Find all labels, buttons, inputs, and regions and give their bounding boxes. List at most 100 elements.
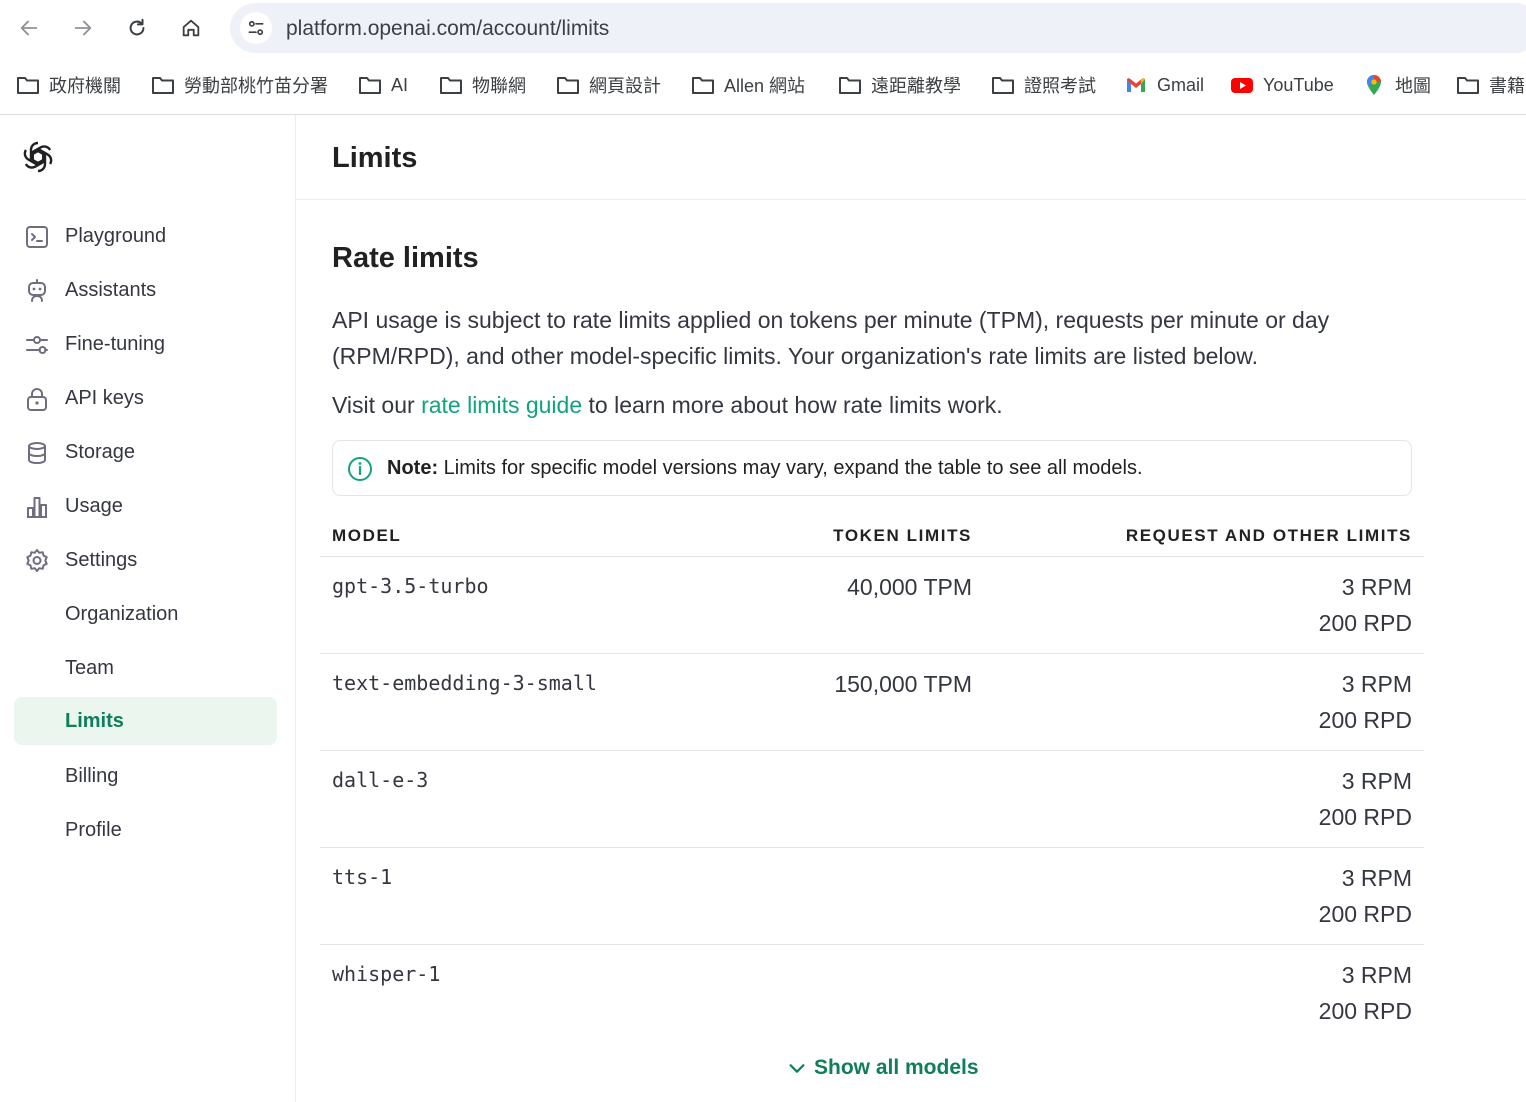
sidebar-item-assistants[interactable]: Assistants — [14, 266, 277, 314]
rpd-limit: 200 RPD — [1318, 707, 1412, 733]
bookmark-item[interactable]: 書籍 — [1456, 70, 1525, 100]
database-icon — [28, 442, 46, 465]
bookmark-item-gmail[interactable]: Gmail — [1124, 70, 1204, 100]
rpm-limit: 3 RPM — [1341, 768, 1412, 794]
sidebar-item-label: Limits — [65, 710, 124, 732]
sidebar-item-profile[interactable]: Profile — [14, 806, 277, 854]
bookmark-item-maps[interactable]: 地圖 — [1362, 70, 1431, 100]
rpm-limit: 3 RPM — [1341, 962, 1412, 988]
bookmark-label: Gmail — [1157, 74, 1205, 95]
folder-icon — [359, 77, 381, 94]
bookmark-label: 網頁設計 — [589, 76, 661, 96]
note-body: Limits for specific model versions may v… — [443, 457, 1143, 479]
folder-icon — [440, 77, 462, 94]
model-name: whisper-1 — [332, 962, 441, 986]
browser-chrome: platform.openai.com/account/limits 政府機關 … — [0, 0, 1526, 115]
sidebar-item-playground[interactable]: Playground — [14, 212, 277, 260]
bookmark-label: 證照考試 — [1024, 76, 1096, 96]
openai-logo[interactable] — [18, 137, 58, 177]
bookmark-item[interactable]: 網頁設計 — [556, 70, 661, 100]
rate-limits-guide-link[interactable]: rate limits guide — [421, 392, 582, 418]
table-row: dall-e-3 3 RPM 200 RPD — [320, 751, 1424, 848]
sidebar-item-billing[interactable]: Billing — [14, 752, 277, 800]
show-all-models-button[interactable]: Show all models — [786, 1053, 979, 1083]
model-name: tts-1 — [332, 865, 393, 889]
gear-icon — [26, 549, 48, 572]
sidebar-item-label: Assistants — [65, 279, 157, 301]
address-bar[interactable]: platform.openai.com/account/limits — [230, 3, 1526, 53]
gmail-icon — [1127, 78, 1145, 92]
bookmark-label: 政府機關 — [49, 76, 121, 96]
bookmark-label: 物聯網 — [472, 76, 526, 96]
sidebar: Playground Assistants Fine-tuning API ke… — [0, 115, 296, 1102]
rpm-limit: 3 RPM — [1341, 671, 1412, 697]
sidebar-item-limits[interactable]: Limits — [14, 697, 277, 745]
info-icon — [348, 457, 372, 481]
sidebar-item-usage[interactable]: Usage — [14, 482, 277, 530]
rpm-limit: 3 RPM — [1341, 574, 1412, 600]
bookmark-item[interactable]: 政府機關 — [16, 70, 121, 100]
bookmark-item[interactable]: 遠距離教學 — [838, 70, 961, 100]
note-label: Note: — [387, 457, 439, 479]
rpm-limit: 3 RPM — [1341, 865, 1412, 891]
page-title: Limits — [332, 142, 418, 174]
sidebar-item-fine-tuning[interactable]: Fine-tuning — [14, 320, 277, 368]
playground-icon — [26, 226, 48, 248]
sidebar-item-api-keys[interactable]: API keys — [14, 374, 277, 422]
rate-limits-description: API usage is subject to rate limits appl… — [332, 307, 1330, 369]
fine-tuning-icon — [26, 336, 48, 354]
bookmark-item[interactable]: 證照考試 — [991, 70, 1096, 100]
arrow-left-icon — [20, 20, 38, 36]
sidebar-item-label: Team — [65, 657, 114, 679]
maps-icon — [1367, 75, 1381, 95]
back-button[interactable] — [10, 9, 48, 47]
arrow-right-icon — [74, 20, 92, 36]
url-text: platform.openai.com/account/limits — [286, 17, 610, 40]
note-callout: Note: Limits for specific model versions… — [332, 440, 1412, 496]
bookmark-label: AI — [391, 74, 409, 95]
bookmarks-bar: 政府機關 勞動部桃竹苗分署 AI 物聯網 網頁設計 Allen 網站 遠距離教學 — [0, 64, 1526, 104]
sidebar-item-storage[interactable]: Storage — [14, 428, 277, 476]
rpd-limit: 200 RPD — [1318, 610, 1412, 636]
bookmark-label: 遠距離教學 — [871, 76, 961, 96]
bookmark-label: 地圖 — [1395, 76, 1431, 96]
rpd-limit: 200 RPD — [1318, 901, 1412, 927]
bookmark-item[interactable]: 物聯網 — [439, 70, 526, 100]
rpd-limit: 200 RPD — [1318, 804, 1412, 830]
assistant-icon — [28, 279, 46, 302]
note-text: Note: Limits for specific model versions… — [387, 457, 1143, 480]
visit-prefix: Visit our — [332, 392, 415, 418]
bookmark-item[interactable]: Allen 網站 — [691, 70, 805, 100]
page-header: Limits — [296, 115, 1526, 200]
browser-nav-row: platform.openai.com/account/limits — [0, 0, 1526, 56]
sidebar-item-settings[interactable]: Settings — [14, 536, 277, 584]
bookmark-item[interactable]: 勞動部桃竹苗分署 — [151, 70, 328, 100]
bookmark-item[interactable]: AI — [358, 70, 408, 100]
forward-button[interactable] — [64, 9, 102, 47]
folder-icon — [992, 77, 1014, 94]
model-name: text-embedding-3-small — [332, 671, 597, 695]
reload-button[interactable] — [118, 9, 156, 47]
limits-table-header: MODEL TOKEN LIMITS REQUEST AND OTHER LIM… — [320, 515, 1424, 557]
home-button[interactable] — [172, 9, 210, 47]
table-row: tts-1 3 RPM 200 RPD — [320, 848, 1424, 945]
reload-icon — [129, 18, 145, 36]
sidebar-item-label: API keys — [65, 387, 144, 409]
youtube-icon — [1231, 78, 1253, 93]
sidebar-item-label: Billing — [65, 765, 119, 787]
folder-icon — [17, 77, 39, 94]
folder-icon — [557, 77, 579, 94]
token-limit: 40,000 TPM — [847, 574, 972, 600]
sidebar-item-team[interactable]: Team — [14, 644, 277, 692]
tune-icon — [248, 20, 264, 36]
column-header-token-limits: TOKEN LIMITS — [833, 526, 972, 545]
bookmark-label: YouTube — [1263, 74, 1334, 95]
home-icon — [182, 19, 200, 37]
sidebar-item-organization[interactable]: Organization — [14, 590, 277, 638]
lock-icon — [27, 388, 47, 411]
model-name: dall-e-3 — [332, 768, 429, 792]
bookmark-item-youtube[interactable]: YouTube — [1230, 70, 1334, 100]
rpd-limit: 200 RPD — [1318, 998, 1412, 1024]
folder-icon — [152, 77, 174, 94]
site-info-button[interactable] — [240, 12, 272, 44]
